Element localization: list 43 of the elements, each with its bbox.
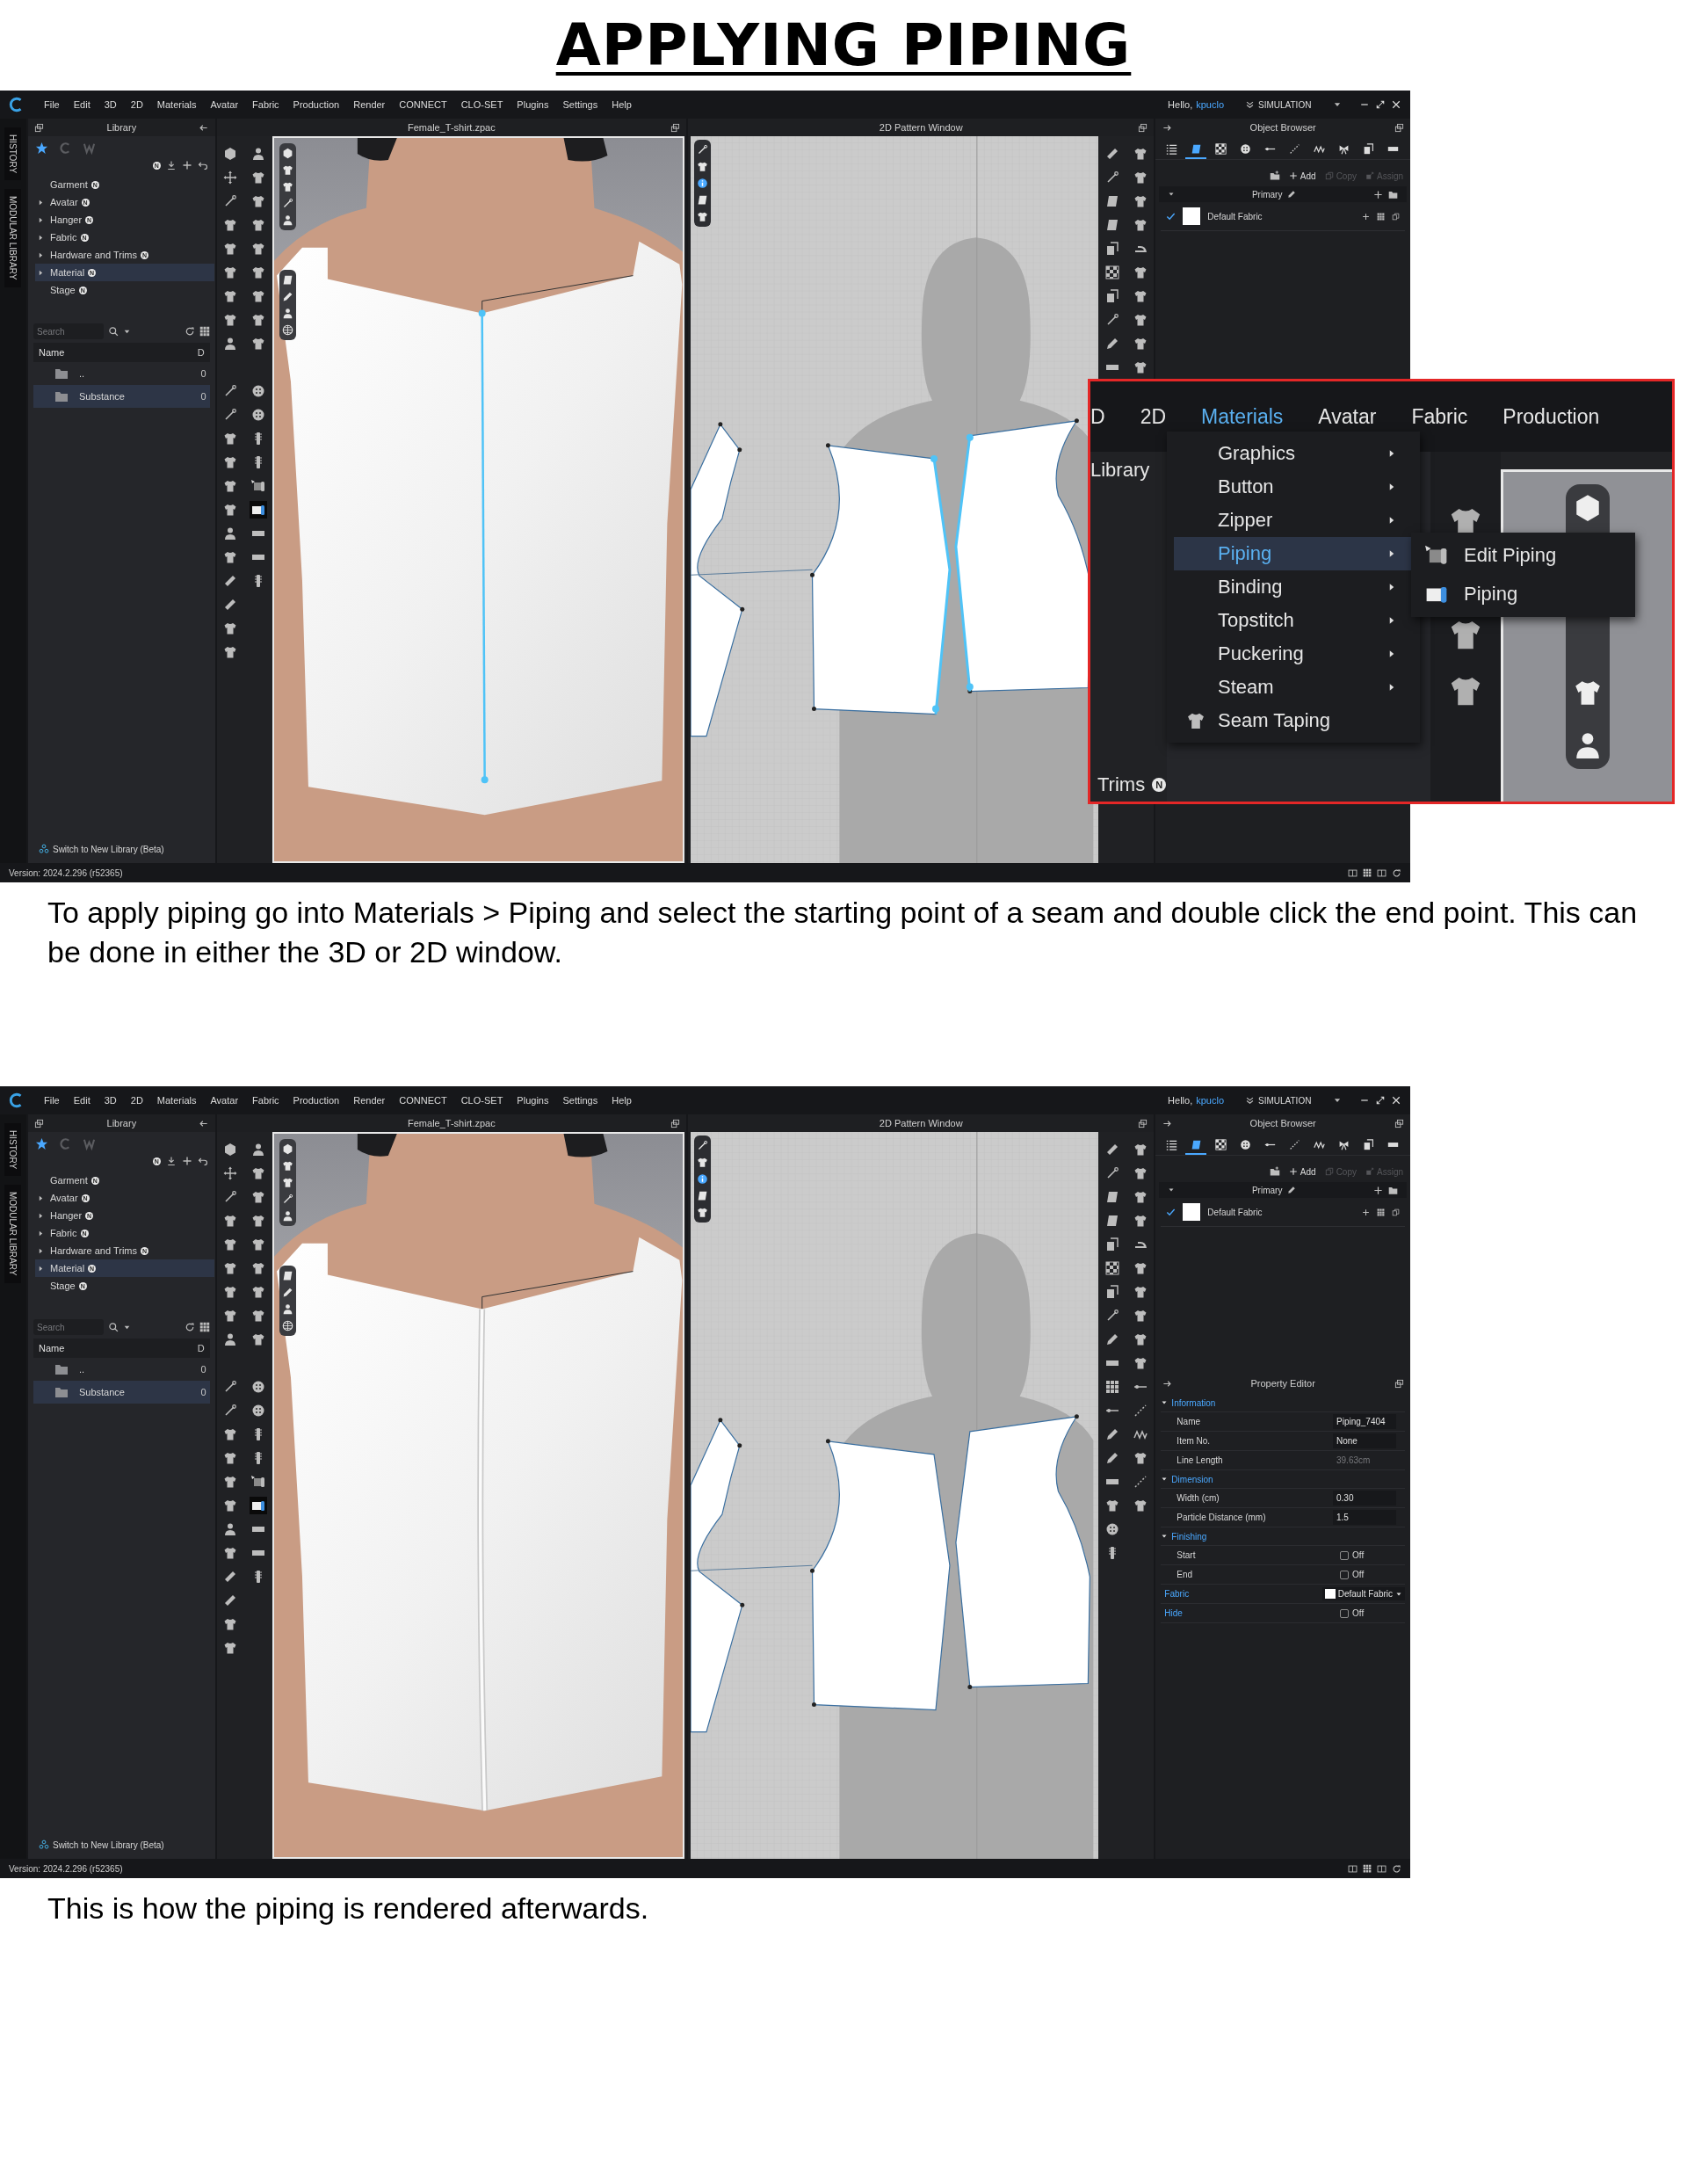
greeting-text: Hello, bbox=[1168, 99, 1193, 110]
table-cell-text: 0 bbox=[200, 1364, 207, 1375]
property-label: Width (cm) bbox=[1177, 1493, 1220, 1503]
table-cell-text: Substance bbox=[78, 391, 126, 402]
table-cell-text: 0 bbox=[200, 391, 207, 402]
panel-title: Library bbox=[1090, 459, 1151, 482]
caption-text: This is how the piping is rendered afterwards. bbox=[47, 1890, 650, 1926]
toggle-label: Off bbox=[1352, 1570, 1365, 1579]
panel-title: 2D Pattern Window bbox=[878, 122, 964, 133]
group-label: Primary bbox=[1251, 1185, 1283, 1195]
greeting-text: Hello, bbox=[1168, 1095, 1193, 1106]
panel-title: Object Browser bbox=[1249, 122, 1317, 133]
property-label: Hide bbox=[1164, 1608, 1184, 1618]
caption-text: To apply piping go into Materials > Piping and select the starting point of a seam and double click the end point. This can be done in either the 3D or 2D window. bbox=[47, 895, 1639, 970]
panel-title: Female_T-shirt.zpac bbox=[407, 122, 496, 133]
property-value: 39.63cm bbox=[1336, 1455, 1372, 1467]
property-label: Item No. bbox=[1177, 1436, 1212, 1446]
panel-title: Library bbox=[105, 122, 138, 133]
toggle-label: Off bbox=[1352, 1608, 1365, 1618]
property-label: Name bbox=[1177, 1417, 1202, 1426]
version-text: Version: 2024.2.296 (r52365) bbox=[9, 867, 123, 878]
property-label: Start bbox=[1177, 1550, 1197, 1560]
table-cell-text: 0 bbox=[200, 368, 207, 379]
toggle-label: Off bbox=[1352, 1550, 1365, 1560]
table-cell-text: Substance bbox=[78, 1387, 126, 1397]
fabric-name: Default Fabric bbox=[1207, 211, 1263, 221]
new-badge: N bbox=[1152, 778, 1167, 792]
version-text: Version: 2024.2.296 (r52365) bbox=[9, 1863, 123, 1874]
panel-title: Female_T-shirt.zpac bbox=[407, 1118, 496, 1128]
panel-title: 2D Pattern Window bbox=[878, 1118, 964, 1128]
panel-title: Property Editor bbox=[1249, 1378, 1316, 1389]
panel-title: Object Browser bbox=[1249, 1118, 1317, 1128]
group-label: Primary bbox=[1251, 189, 1283, 200]
page-title: APPLYING PIPING bbox=[555, 11, 1132, 79]
property-label: Line Length bbox=[1177, 1455, 1224, 1465]
property-label: Fabric bbox=[1164, 1589, 1191, 1599]
property-label: End bbox=[1177, 1570, 1194, 1579]
table-cell-text: .. bbox=[78, 1364, 86, 1375]
panel-title: Library bbox=[105, 1118, 138, 1128]
table-cell-text: .. bbox=[78, 368, 86, 379]
fabric-name: Default Fabric bbox=[1207, 1207, 1263, 1217]
property-label: Particle Distance (mm) bbox=[1177, 1513, 1267, 1522]
table-cell-text: 0 bbox=[200, 1387, 207, 1397]
